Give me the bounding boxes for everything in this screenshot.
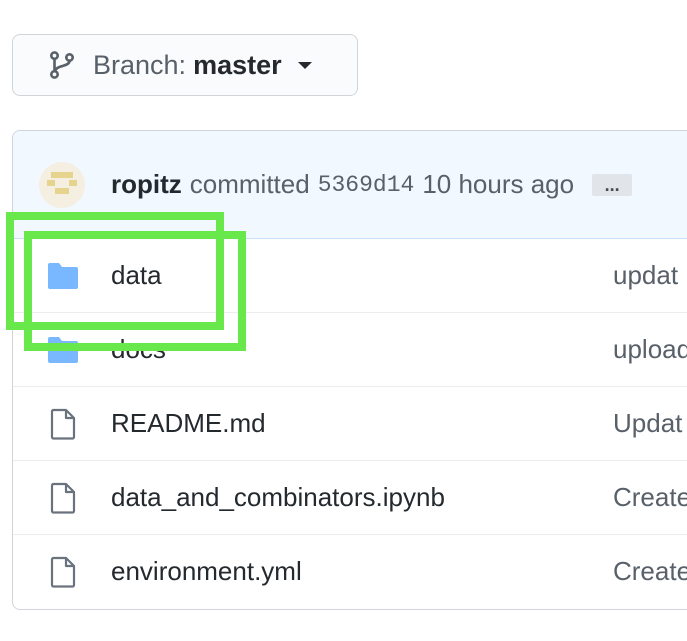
file-row-data[interactable]: data updat xyxy=(13,239,687,312)
folder-icon xyxy=(47,260,79,292)
commit-verb: committed xyxy=(189,169,310,199)
file-name-link[interactable]: data_and_combinators.ipynb xyxy=(111,482,445,513)
commit-details-button[interactable]: ... xyxy=(592,173,633,196)
file-icon xyxy=(47,556,79,588)
latest-commit-bar: ropitz committed 5369d14 10 hours ago ..… xyxy=(13,131,687,239)
branch-label-prefix: Branch: xyxy=(93,49,187,80)
file-list: ropitz committed 5369d14 10 hours ago ..… xyxy=(12,130,687,610)
git-branch-icon xyxy=(49,51,75,79)
commit-message-link[interactable]: Create xyxy=(613,556,687,587)
commit-message-link[interactable]: Create xyxy=(613,482,687,513)
commit-message-link[interactable]: upload xyxy=(613,334,687,365)
commit-message-link[interactable]: updat xyxy=(613,260,678,291)
file-name-link[interactable]: data xyxy=(111,260,162,291)
chevron-down-icon xyxy=(297,61,312,69)
branch-name: master xyxy=(193,49,282,80)
commit-time: 10 hours ago xyxy=(422,169,575,199)
file-icon xyxy=(47,482,79,514)
file-icon xyxy=(47,408,79,440)
commit-sha-link[interactable]: 5369d14 xyxy=(318,172,415,198)
avatar[interactable] xyxy=(39,161,85,208)
file-row-environment[interactable]: environment.yml Create xyxy=(13,534,687,608)
commit-message-link[interactable]: Updat xyxy=(613,408,682,439)
file-name-link[interactable]: README.md xyxy=(111,408,266,439)
commit-author-link[interactable]: ropitz xyxy=(111,169,182,200)
file-row-readme[interactable]: README.md Updat xyxy=(13,386,687,460)
file-row-notebook[interactable]: data_and_combinators.ipynb Create xyxy=(13,460,687,534)
file-name-link[interactable]: environment.yml xyxy=(111,556,302,587)
branch-select-button[interactable]: Branch: master xyxy=(12,34,358,96)
file-name-link[interactable]: docs xyxy=(111,334,166,365)
file-row-docs[interactable]: docs upload xyxy=(13,312,687,386)
folder-icon xyxy=(47,334,79,366)
